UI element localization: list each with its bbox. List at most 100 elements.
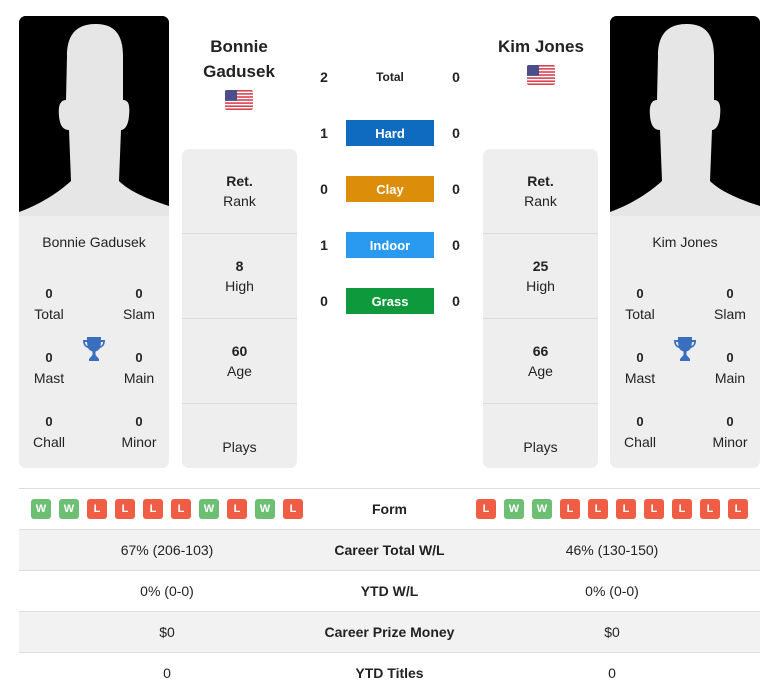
prize-row: $0 Career Prize Money $0 (19, 611, 760, 652)
h2h-grass-row: 0 Grass 0 (312, 288, 468, 314)
form-loss-badge[interactable]: L (588, 499, 608, 519)
rank-value: Ret. (226, 173, 253, 189)
form-win-badge[interactable]: W (255, 499, 275, 519)
player2-name[interactable]: Kim Jones (476, 34, 606, 59)
high-cell: 8 High (182, 234, 297, 319)
h2h-indoor-p1: 1 (320, 237, 328, 253)
rank-cell: Ret. Rank (483, 149, 598, 234)
title-total-label: Total (625, 306, 655, 322)
form-loss-badge[interactable]: L (700, 499, 720, 519)
form-loss-badge[interactable]: L (227, 499, 247, 519)
form-row: WWLLLLWLWL Form LWWLLLLLLL (19, 488, 760, 529)
player1-name-line2[interactable]: Gadusek (174, 59, 304, 84)
h2h-total-label: Total (376, 70, 404, 84)
player2-header: Kim Jones (476, 34, 606, 90)
player1-titles: 0 Total 0 Slam 0 Mast 0 Main 0 Chall 0 Minor (19, 262, 169, 462)
form-win-badge[interactable]: W (532, 499, 552, 519)
form-loss-badge[interactable]: L (87, 499, 107, 519)
plays-label: Plays (222, 438, 257, 455)
ytd-wl-row: 0% (0-0) YTD W/L 0% (0-0) (19, 570, 760, 611)
player1-ytd-titles: 0 (163, 665, 171, 681)
surface-indoor-badge[interactable]: Indoor (346, 232, 434, 258)
form-loss-badge[interactable]: L (728, 499, 748, 519)
age-label: Age (227, 363, 252, 379)
h2h-indoor-row: 1 Indoor 0 (312, 232, 468, 258)
h2h-hard-p1: 1 (320, 125, 328, 141)
form-loss-badge[interactable]: L (672, 499, 692, 519)
h2h-clay-p2: 0 (452, 181, 460, 197)
form-loss-badge[interactable]: L (560, 499, 580, 519)
form-loss-badge[interactable]: L (616, 499, 636, 519)
title-chall-label: Chall (33, 434, 65, 450)
h2h-clay-p1: 0 (320, 181, 328, 197)
form-loss-badge[interactable]: L (644, 499, 664, 519)
player1-rank-box: Ret. Rank 8 High 60 Age Plays (182, 149, 297, 468)
player1-card: Bonnie Gadusek 0 Total 0 Slam 0 Mast 0 Main … (19, 16, 169, 468)
player1-photo (19, 16, 169, 216)
h2h-hard-p2: 0 (452, 125, 460, 141)
title-slam-label: Slam (714, 306, 746, 322)
title-main-value: 0 (726, 350, 734, 365)
title-total: 0 Total (610, 284, 670, 324)
title-minor-value: 0 (726, 414, 734, 429)
title-minor-value: 0 (135, 414, 143, 429)
form-win-badge[interactable]: W (31, 499, 51, 519)
player1-career-wl: 67% (206-103) (120, 542, 214, 558)
surface-clay-badge[interactable]: Clay (346, 176, 434, 202)
title-main-label: Main (123, 370, 155, 386)
form-label: Form (372, 501, 407, 517)
form-win-badge[interactable]: W (199, 499, 219, 519)
form-loss-badge[interactable]: L (143, 499, 163, 519)
title-minor-label: Minor (712, 434, 748, 450)
player1-header: Bonnie Gadusek (174, 34, 304, 115)
ytd-wl-label: YTD W/L (360, 583, 419, 599)
age-value: 66 (532, 343, 549, 359)
title-minor-label: Minor (121, 434, 157, 450)
title-main-label: Main (714, 370, 746, 386)
form-win-badge[interactable]: W (59, 499, 79, 519)
title-mast-label: Mast (33, 370, 65, 386)
player2-career-wl: 46% (130-150) (565, 542, 659, 558)
high-label: High (526, 278, 555, 294)
surface-grass-badge[interactable]: Grass (346, 288, 434, 314)
form-loss-badge[interactable]: L (115, 499, 135, 519)
title-minor: 0 Minor (109, 412, 169, 452)
player1-name-line1[interactable]: Bonnie (174, 34, 304, 59)
form-win-badge[interactable]: W (504, 499, 524, 519)
high-cell: 25 High (483, 234, 598, 319)
ytd-titles-label: YTD Titles (355, 665, 424, 681)
h2h-clay-row: 0 Clay 0 (312, 176, 468, 202)
title-chall-value: 0 (636, 414, 644, 429)
h2h-total-p1: 2 (320, 69, 328, 85)
title-minor: 0 Minor (700, 412, 760, 452)
plays-cell: Plays (182, 404, 297, 468)
title-slam-value: 0 (135, 286, 143, 301)
silhouette-icon (610, 16, 760, 216)
rank-cell: Ret. Rank (182, 149, 297, 234)
form-loss-badge[interactable]: L (171, 499, 191, 519)
stats-table: WWLLLLWLWL Form LWWLLLLLLL 67% (206-103)… (19, 488, 760, 693)
silhouette-icon (19, 16, 169, 216)
player2-rank-box: Ret. Rank 25 High 66 Age Plays (483, 149, 598, 468)
title-chall: 0 Chall (610, 412, 670, 452)
age-label: Age (528, 363, 553, 379)
title-chall-value: 0 (45, 414, 53, 429)
player2-ytd-wl: 0% (0-0) (585, 583, 639, 599)
title-main-value: 0 (135, 350, 143, 365)
title-mast-value: 0 (636, 350, 644, 365)
title-main: 0 Main (700, 348, 760, 388)
trophy-icon (83, 337, 105, 361)
form-loss-badge[interactable]: L (283, 499, 303, 519)
h2h-grass-p2: 0 (452, 293, 460, 309)
h2h-grass-p1: 0 (320, 293, 328, 309)
surface-hard-badge[interactable]: Hard (346, 120, 434, 146)
title-total-value: 0 (45, 286, 53, 301)
form-loss-badge[interactable]: L (476, 499, 496, 519)
player2-prize: $0 (604, 624, 620, 640)
player2-photo (610, 16, 760, 216)
player1-prize: $0 (159, 624, 175, 640)
us-flag-icon (225, 90, 253, 110)
age-cell: 60 Age (182, 319, 297, 404)
h2h-hard-row: 1 Hard 0 (312, 120, 468, 146)
rank-label: Rank (223, 193, 256, 209)
